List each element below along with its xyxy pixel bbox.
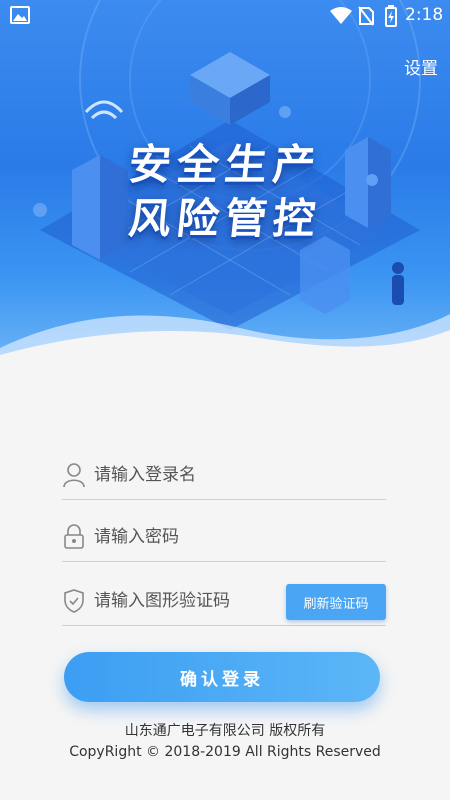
app-title-line-2: 风险管控 <box>126 194 324 243</box>
refresh-captcha-button[interactable]: 刷新验证码 <box>286 584 386 620</box>
lock-icon <box>64 524 84 549</box>
shield-icon <box>64 589 84 613</box>
password-row <box>62 514 386 562</box>
no-sim-icon <box>358 6 374 26</box>
username-input[interactable] <box>94 460 374 490</box>
settings-link[interactable]: 设置 <box>404 54 438 79</box>
login-button[interactable]: 确认登录 <box>64 652 380 702</box>
password-input[interactable] <box>94 522 374 552</box>
hero-wave <box>0 314 450 370</box>
battery-icon <box>385 5 397 27</box>
gallery-icon <box>10 6 30 24</box>
user-icon <box>63 463 85 488</box>
hero-banner: 安全生产 风险管控 <box>0 0 450 370</box>
status-time: 2:18 <box>405 5 444 25</box>
username-row <box>62 452 386 500</box>
wifi-icon <box>330 7 352 24</box>
status-bar: 2:18 <box>0 0 450 32</box>
captcha-row: 刷新验证码 <box>62 578 386 626</box>
app-title: 安全生产 风险管控 <box>0 138 450 246</box>
footer-copyright: CopyRight © 2018-2019 All Rights Reserve… <box>69 744 381 760</box>
app-title-line-1: 安全生产 <box>126 140 324 189</box>
captcha-input[interactable] <box>94 586 284 616</box>
footer-company: 山东通广电子有限公司 版权所有 <box>124 723 326 739</box>
